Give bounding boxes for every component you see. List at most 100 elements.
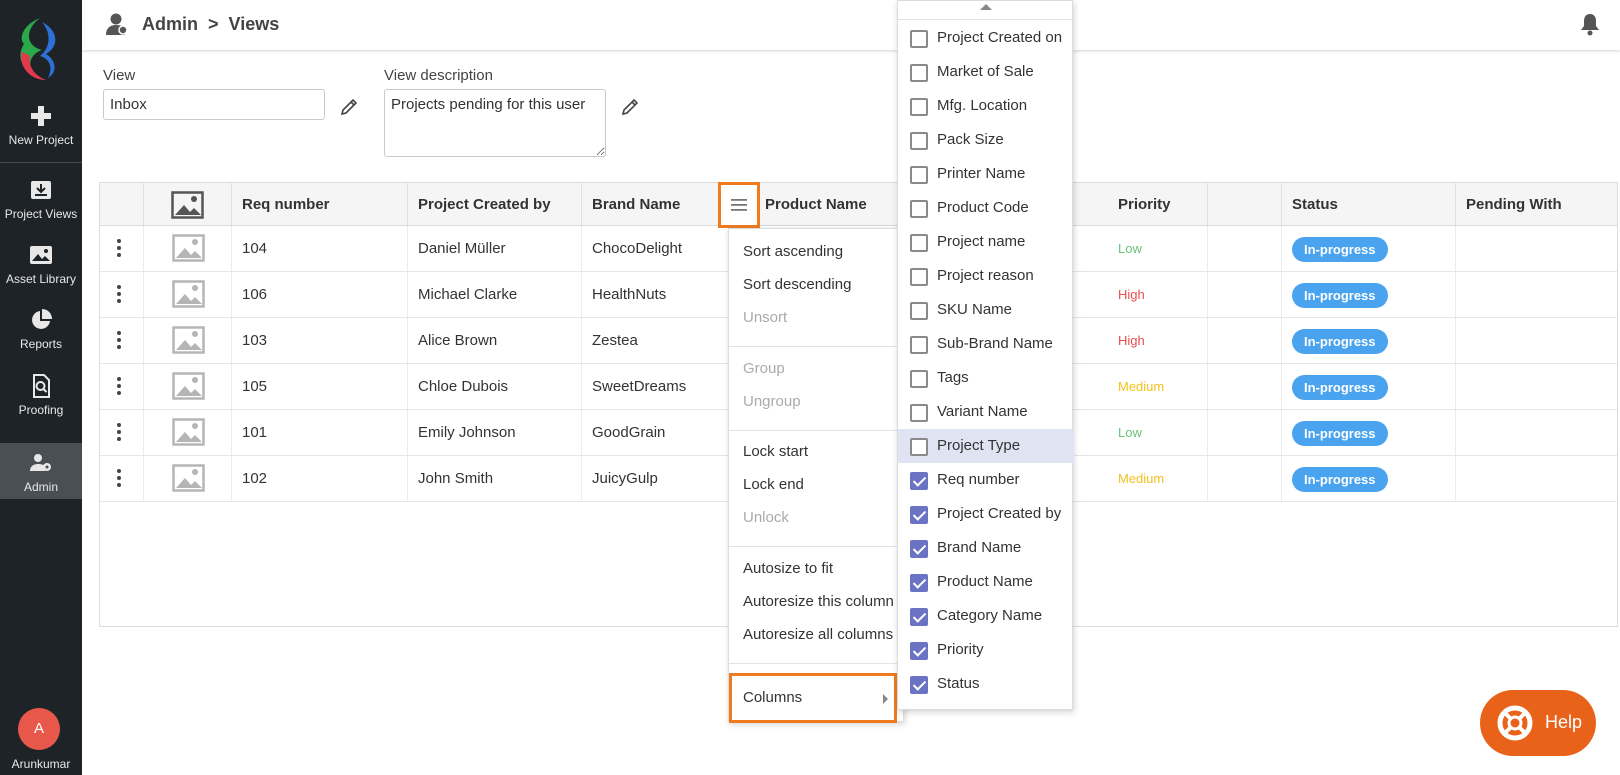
row-thumbnail-cell[interactable] xyxy=(144,364,232,409)
view-description-input[interactable]: Projects pending for this user xyxy=(384,89,606,157)
column-checkbox[interactable] xyxy=(910,98,928,116)
column-option[interactable]: Req number xyxy=(898,463,1074,497)
breadcrumb-root[interactable]: Admin xyxy=(142,14,198,35)
brand-name-cell: Zestea xyxy=(582,318,751,363)
column-checkbox[interactable] xyxy=(910,404,928,422)
column-checkbox[interactable] xyxy=(910,132,928,150)
header-status[interactable]: Status xyxy=(1282,183,1456,226)
row-actions-cell[interactable] xyxy=(100,272,144,317)
kebab-menu-icon[interactable] xyxy=(117,377,121,395)
row-actions-cell[interactable] xyxy=(100,318,144,363)
sidebar-item-admin[interactable]: Admin xyxy=(0,443,82,499)
column-option[interactable]: Project reason xyxy=(898,259,1074,293)
row-actions-cell[interactable] xyxy=(100,226,144,271)
column-option[interactable]: Market of Sale xyxy=(898,55,1074,89)
menu-sort-ascending[interactable]: Sort ascending xyxy=(743,243,843,260)
created-by-cell: Daniel Müller xyxy=(408,226,582,271)
edit-pencil-icon[interactable] xyxy=(339,97,359,117)
column-option-label: SKU Name xyxy=(937,301,1013,318)
column-checkbox[interactable] xyxy=(910,472,928,490)
column-checkbox[interactable] xyxy=(910,336,928,354)
row-thumbnail-cell[interactable] xyxy=(144,318,232,363)
column-checkbox[interactable] xyxy=(910,302,928,320)
row-thumbnail-cell[interactable] xyxy=(144,456,232,501)
row-actions-cell[interactable] xyxy=(100,364,144,409)
column-checkbox[interactable] xyxy=(910,574,928,592)
status-badge: In-progress xyxy=(1292,282,1388,308)
menu-lock-start[interactable]: Lock start xyxy=(743,443,808,460)
column-option[interactable]: Project Type xyxy=(898,429,1074,463)
column-checkbox[interactable] xyxy=(910,268,928,286)
menu-lock-end[interactable]: Lock end xyxy=(743,476,804,493)
column-option-label: Brand Name xyxy=(937,539,1022,556)
column-option[interactable]: Mfg. Location xyxy=(898,89,1074,123)
help-button[interactable]: Help xyxy=(1480,690,1596,756)
header-project-created-by[interactable]: Project Created by xyxy=(408,183,582,226)
column-option-label: Project Created by xyxy=(937,505,1062,522)
column-checkbox[interactable] xyxy=(910,608,928,626)
row-thumbnail-cell[interactable] xyxy=(144,272,232,317)
column-option[interactable]: Category Name xyxy=(898,599,1074,633)
column-option[interactable]: Status xyxy=(898,667,1074,701)
created-by-cell: Emily Johnson xyxy=(408,410,582,455)
scroll-up-arrow-icon[interactable] xyxy=(980,4,992,10)
header-pending-with[interactable]: Pending With xyxy=(1456,183,1619,226)
brand-logo[interactable] xyxy=(14,16,66,82)
column-checkbox[interactable] xyxy=(910,64,928,82)
column-checkbox[interactable] xyxy=(910,540,928,558)
kebab-menu-icon[interactable] xyxy=(117,469,121,487)
column-option[interactable]: Product Code xyxy=(898,191,1074,225)
column-option-label: Variant Name xyxy=(937,403,1028,420)
row-thumbnail-cell[interactable] xyxy=(144,226,232,271)
sidebar-item-new-project[interactable]: New Project xyxy=(0,104,82,164)
kebab-menu-icon[interactable] xyxy=(117,331,121,349)
row-actions-cell[interactable] xyxy=(100,410,144,455)
kebab-menu-icon[interactable] xyxy=(117,423,121,441)
column-checkbox[interactable] xyxy=(910,642,928,660)
column-checkbox[interactable] xyxy=(910,370,928,388)
menu-sort-descending[interactable]: Sort descending xyxy=(743,276,851,293)
edit-pencil-icon[interactable] xyxy=(620,97,640,117)
sidebar-item-asset-library[interactable]: Asset Library xyxy=(0,243,82,303)
column-option[interactable]: Project Created on xyxy=(898,21,1074,55)
kebab-menu-icon[interactable] xyxy=(117,239,121,257)
kebab-menu-icon[interactable] xyxy=(117,285,121,303)
column-checkbox[interactable] xyxy=(910,234,928,252)
sidebar-item-project-views[interactable]: Project Views xyxy=(0,178,82,238)
column-option[interactable]: Tags xyxy=(898,361,1074,395)
header-priority[interactable]: Priority xyxy=(1108,183,1282,226)
created-by-cell: Alice Brown xyxy=(408,318,582,363)
column-option[interactable]: Project Created by xyxy=(898,497,1074,531)
column-checkbox[interactable] xyxy=(910,438,928,456)
user-avatar[interactable]: A xyxy=(18,708,60,750)
menu-columns[interactable]: Columns xyxy=(729,673,897,723)
column-checkbox[interactable] xyxy=(910,166,928,184)
column-option[interactable]: Brand Name xyxy=(898,531,1074,565)
column-option[interactable]: Priority xyxy=(898,633,1074,667)
column-option[interactable]: Pack Size xyxy=(898,123,1074,157)
row-actions-cell[interactable] xyxy=(100,456,144,501)
column-checkbox[interactable] xyxy=(910,676,928,694)
column-option[interactable]: Variant Name xyxy=(898,395,1074,429)
column-checkbox[interactable] xyxy=(910,200,928,218)
column-option[interactable]: Printer Name xyxy=(898,157,1074,191)
sidebar-item-reports[interactable]: Reports xyxy=(0,308,82,368)
status-cell: In-progress xyxy=(1282,272,1456,317)
column-option[interactable]: SKU Name xyxy=(898,293,1074,327)
sidebar-item-proofing[interactable]: Proofing xyxy=(0,374,82,434)
column-checkbox[interactable] xyxy=(910,30,928,48)
menu-autoresize-all-columns[interactable]: Autoresize all columns xyxy=(743,626,893,643)
column-option[interactable]: Project name xyxy=(898,225,1074,259)
header-req-number[interactable]: Req number xyxy=(232,183,408,226)
column-option[interactable]: Sub-Brand Name xyxy=(898,327,1074,361)
notification-bell-icon[interactable] xyxy=(1578,12,1602,36)
column-option[interactable]: Product Name xyxy=(898,565,1074,599)
menu-autosize-to-fit[interactable]: Autosize to fit xyxy=(743,560,833,577)
column-checkbox[interactable] xyxy=(910,506,928,524)
column-chooser-panel: Project Created on Market of Sale Mfg. L… xyxy=(897,0,1074,710)
row-thumbnail-cell[interactable] xyxy=(144,410,232,455)
column-menu-button[interactable] xyxy=(718,182,760,228)
menu-autoresize-this-column[interactable]: Autoresize this column xyxy=(743,593,894,610)
view-name-input[interactable] xyxy=(103,89,325,120)
status-cell: In-progress xyxy=(1282,456,1456,501)
